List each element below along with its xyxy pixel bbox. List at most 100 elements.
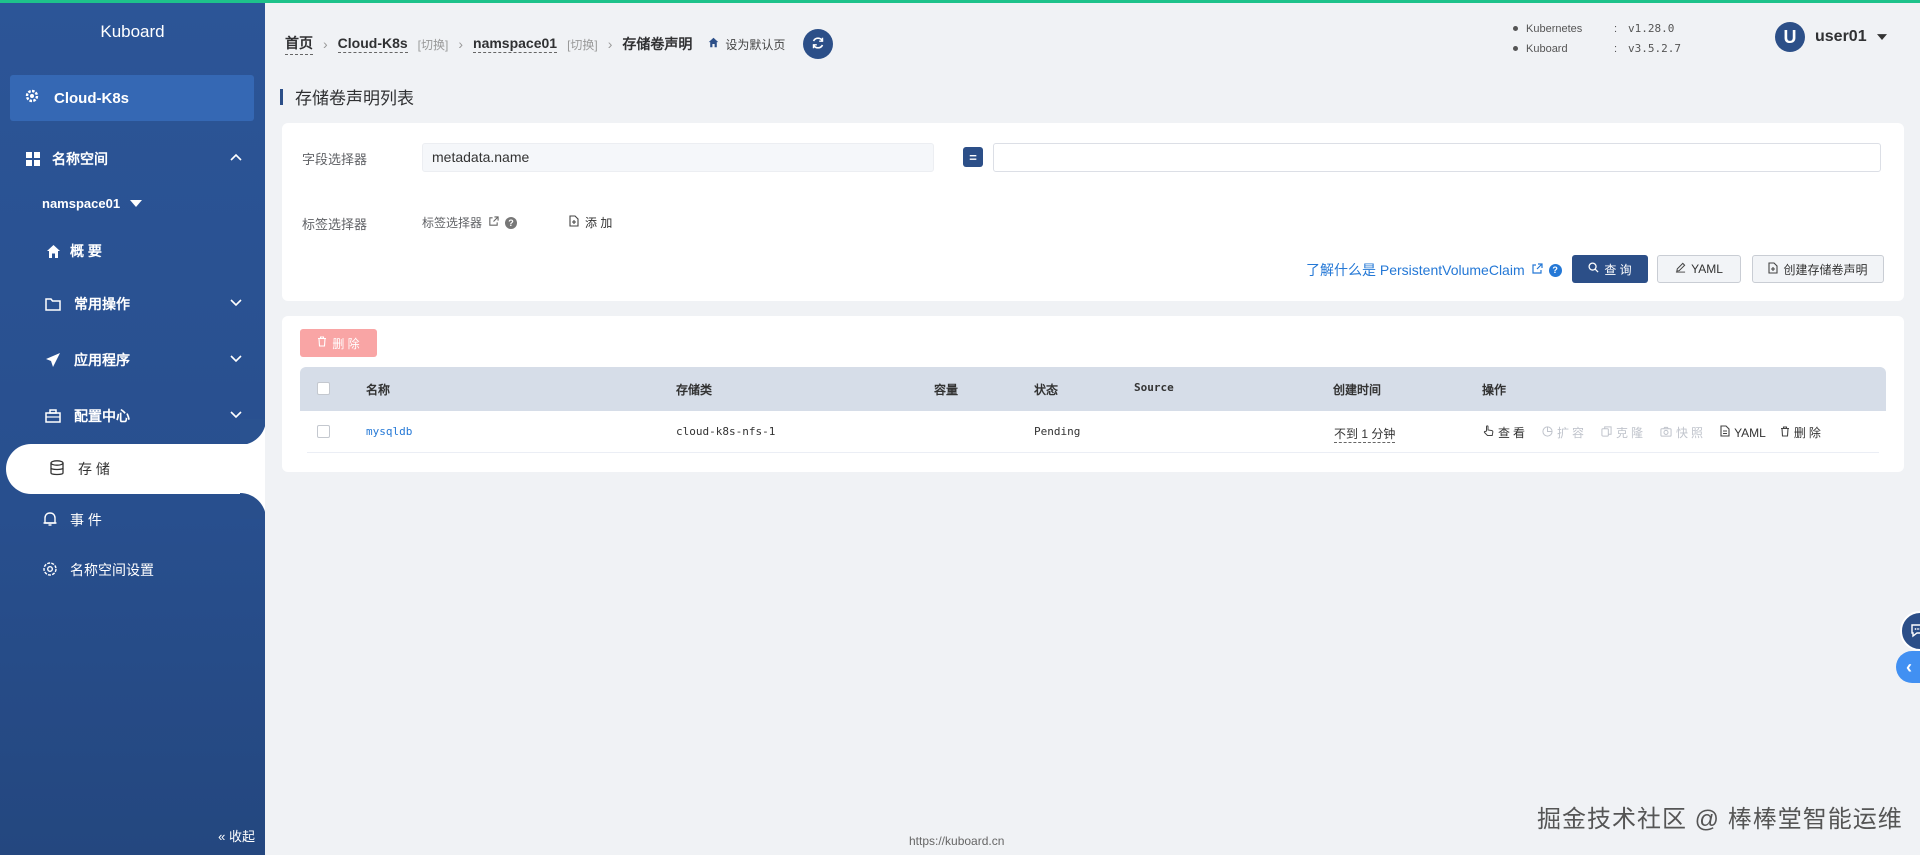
sidebar-item-storage[interactable]: 存 储 bbox=[6, 444, 265, 494]
file-add-icon bbox=[1768, 261, 1779, 277]
yaml-action[interactable]: YAML bbox=[1720, 425, 1766, 440]
chevron-right-icon: › bbox=[458, 36, 464, 52]
gear-icon bbox=[24, 88, 40, 108]
sidebar-item-common-ops[interactable]: 常用操作 bbox=[0, 284, 265, 324]
active-notch-top bbox=[240, 419, 265, 445]
namespace-selector[interactable]: namspace01 bbox=[42, 196, 143, 211]
copy-icon bbox=[1601, 425, 1612, 440]
column-header-name[interactable]: 名称 bbox=[366, 381, 390, 398]
side-panel-toggle[interactable]: ‹ bbox=[1896, 651, 1920, 683]
breadcrumb-home[interactable]: 首页 bbox=[285, 33, 313, 55]
user-menu[interactable]: U user01 bbox=[1775, 22, 1887, 52]
header: 首页 › Cloud-K8s [切换] › namspace01 [切换] › … bbox=[265, 3, 1920, 71]
column-header-status[interactable]: 状态 bbox=[1034, 381, 1058, 398]
trash-icon bbox=[317, 336, 327, 350]
breadcrumb-current: 存储卷声明 bbox=[622, 36, 693, 52]
top-accent-bar bbox=[0, 0, 1920, 3]
view-action[interactable]: 查看 bbox=[1483, 424, 1528, 441]
version-kuboard: Kuboard : v3.5.2.7 bbox=[1513, 39, 1681, 59]
search-icon bbox=[1588, 262, 1599, 276]
cluster-name: Cloud-K8s bbox=[54, 89, 129, 107]
bulk-delete-button[interactable]: 删 除 bbox=[300, 329, 377, 357]
home-icon bbox=[44, 242, 62, 260]
delete-action[interactable]: 删除 bbox=[1780, 424, 1824, 441]
refresh-button[interactable] bbox=[803, 29, 834, 59]
sidebar-item-config[interactable]: 配置中心 bbox=[0, 396, 265, 436]
help-icon[interactable]: ? bbox=[505, 216, 518, 229]
double-chevron-left-icon: « bbox=[218, 829, 226, 844]
chevron-down-icon bbox=[229, 295, 243, 312]
breadcrumb-namespace[interactable]: namspace01 bbox=[473, 35, 558, 53]
external-link-icon bbox=[1531, 262, 1543, 278]
sidebar-item-events[interactable]: 事 件 bbox=[42, 510, 102, 530]
expand-action[interactable]: 扩容 bbox=[1542, 424, 1587, 441]
breadcrumb-cluster[interactable]: Cloud-K8s bbox=[337, 35, 408, 53]
field-selector-label: 字段选择器 bbox=[302, 152, 368, 167]
add-label-button[interactable]: 添 加 bbox=[569, 214, 612, 231]
query-button[interactable]: 查 询 bbox=[1572, 255, 1648, 283]
paper-plane-icon bbox=[44, 351, 62, 369]
namespace-name: namspace01 bbox=[42, 196, 121, 211]
label-selector-link[interactable]: 标签选择器 ? bbox=[422, 214, 518, 231]
breadcrumb: 首页 › Cloud-K8s [切换] › namspace01 [切换] › … bbox=[285, 29, 834, 59]
sidebar-item-namespace[interactable]: 名称空间 bbox=[0, 139, 265, 179]
briefcase-icon bbox=[44, 407, 62, 425]
column-header-actions: 操作 bbox=[1482, 383, 1507, 397]
watermark: 掘金技术社区 @ 棒棒堂智能运维 bbox=[1537, 806, 1903, 833]
field-selector-key-input[interactable]: metadata.name bbox=[422, 143, 934, 172]
table-row: mysqldb cloud-k8s-nfs-1 Pending 不到 1 分钟 … bbox=[307, 411, 1879, 453]
sidebar-item-namespace-settings[interactable]: 名称空间设置 bbox=[42, 560, 154, 580]
edit-icon bbox=[1675, 262, 1686, 276]
grid-icon bbox=[24, 150, 42, 168]
sidebar-item-label: 事 件 bbox=[70, 512, 102, 528]
row-actions: 查看 扩容 克隆 快照 YAML 删除 bbox=[1483, 424, 1838, 441]
sidebar-cluster-cloud-k8s[interactable]: Cloud-K8s bbox=[10, 75, 254, 121]
settings-icon bbox=[42, 561, 58, 580]
breadcrumb-cluster-switch[interactable]: [切换] bbox=[418, 36, 449, 53]
active-notch-bottom bbox=[240, 493, 265, 519]
sidebar: Kuboard Cloud-K8s 名称空间 namspace01 概 要 常用… bbox=[0, 0, 265, 855]
sidebar-item-overview[interactable]: 概 要 bbox=[0, 231, 265, 271]
clone-action[interactable]: 克隆 bbox=[1601, 424, 1646, 441]
chevron-right-icon: › bbox=[323, 36, 328, 52]
sidebar-item-label: 配置中心 bbox=[74, 408, 130, 424]
column-header-source[interactable]: Source bbox=[1134, 381, 1174, 394]
breadcrumb-namespace-switch[interactable]: [切换] bbox=[567, 36, 598, 53]
row-checkbox[interactable] bbox=[317, 425, 330, 438]
sidebar-item-label: 名称空间设置 bbox=[70, 562, 154, 578]
operator-equals-button[interactable]: = bbox=[963, 147, 983, 167]
select-all-checkbox[interactable] bbox=[317, 382, 330, 395]
create-pvc-button[interactable]: 创建存储卷声明 bbox=[1752, 255, 1884, 283]
chevron-left-icon: ‹ bbox=[1906, 656, 1912, 677]
sidebar-item-apps[interactable]: 应用程序 bbox=[0, 340, 265, 380]
brand-logo: Kuboard bbox=[100, 22, 165, 41]
chat-float-button[interactable] bbox=[1900, 611, 1920, 651]
sidebar-item-label: 名称空间 bbox=[52, 151, 108, 167]
set-default-page-link[interactable]: 设为默认页 bbox=[708, 36, 785, 53]
table-header: 名称 存储类 容量 状态 Source 创建时间 操作 bbox=[300, 367, 1886, 411]
help-icon[interactable]: ? bbox=[1548, 263, 1562, 277]
user-name: user01 bbox=[1815, 28, 1867, 45]
storage-class-value: cloud-k8s-nfs-1 bbox=[676, 425, 776, 438]
hand-pointer-icon bbox=[1483, 425, 1494, 440]
status-value: Pending bbox=[1034, 425, 1081, 438]
field-selector-value-input[interactable] bbox=[993, 143, 1881, 172]
created-time-value: 不到 1 分钟 bbox=[1334, 427, 1396, 443]
column-header-storage-class[interactable]: 存储类 bbox=[676, 381, 712, 398]
learn-pvc-link[interactable]: 了解什么是 PersistentVolumeClaim ? bbox=[1306, 260, 1562, 280]
file-add-icon bbox=[569, 215, 579, 230]
pvc-name-link[interactable]: mysqldb bbox=[366, 425, 412, 438]
sidebar-item-label: 应用程序 bbox=[74, 352, 130, 368]
sidebar-item-label: 存 储 bbox=[78, 461, 110, 477]
snapshot-action[interactable]: 快照 bbox=[1660, 424, 1706, 441]
yaml-button[interactable]: YAML bbox=[1657, 255, 1741, 283]
sidebar-collapse-button[interactable]: « 收起 bbox=[218, 826, 255, 845]
filter-panel: 字段选择器 metadata.name = 标签选择器 标签选择器 ? 添 加 … bbox=[282, 123, 1904, 301]
folder-icon bbox=[44, 295, 62, 313]
database-icon bbox=[50, 459, 64, 479]
column-header-created[interactable]: 创建时间 bbox=[1333, 381, 1381, 398]
home-icon bbox=[708, 37, 719, 51]
camera-icon bbox=[1660, 426, 1672, 440]
column-header-capacity[interactable]: 容量 bbox=[934, 381, 958, 398]
external-link-icon bbox=[488, 215, 499, 230]
